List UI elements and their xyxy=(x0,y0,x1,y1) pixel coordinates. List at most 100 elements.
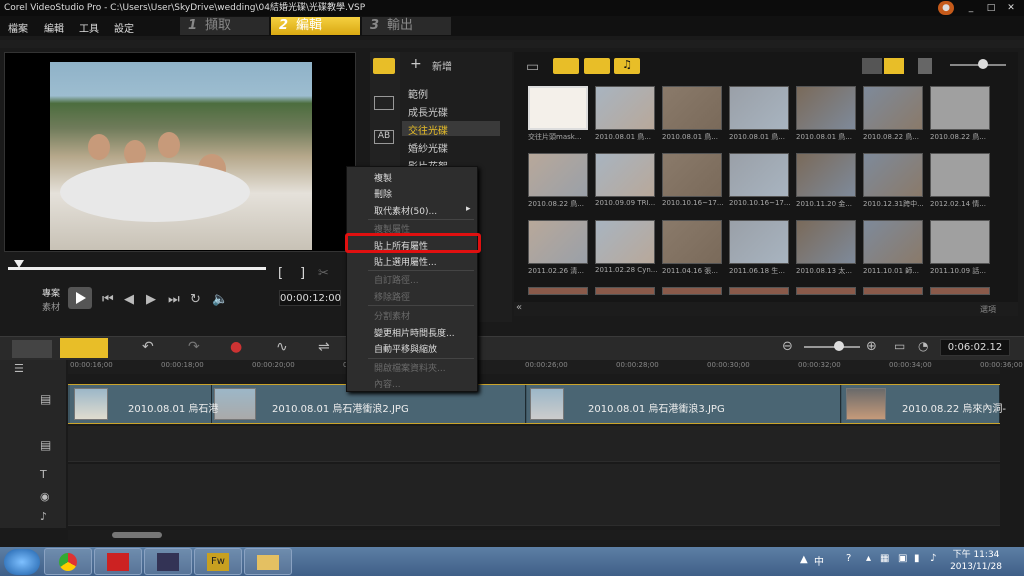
list-view-icon[interactable] xyxy=(862,58,882,74)
options-button[interactable]: 選項 xyxy=(980,304,996,315)
library-thumbnail[interactable] xyxy=(930,153,990,197)
library-thumbnail[interactable] xyxy=(729,287,789,295)
thumb-view-icon[interactable] xyxy=(884,58,904,74)
overlay-track[interactable] xyxy=(68,426,1000,462)
auto-music-icon[interactable]: ⇌ xyxy=(318,339,330,355)
redo-icon[interactable]: ↷ xyxy=(188,339,200,355)
step-edit[interactable]: 2 編輯 xyxy=(271,17,361,35)
home-icon[interactable]: ⏮ xyxy=(102,292,114,307)
audio-mixer-icon[interactable]: ∿ xyxy=(276,339,288,355)
library-thumbnail[interactable] xyxy=(528,153,588,197)
battery-icon[interactable]: ▮ xyxy=(914,553,920,564)
library-thumbnail[interactable] xyxy=(729,86,789,130)
videostudio-taskbar-button[interactable] xyxy=(144,548,192,575)
library-thumbnail[interactable] xyxy=(595,287,655,295)
overlay-track-icon[interactable]: ▤ xyxy=(40,438,51,452)
repeat-icon[interactable]: ↻ xyxy=(190,292,201,307)
mark-out-button[interactable]: ] xyxy=(300,266,305,281)
library-thumbnail[interactable] xyxy=(796,153,856,197)
library-thumbnail[interactable] xyxy=(528,220,588,264)
app-icon[interactable]: ● xyxy=(938,1,954,15)
context-menu-item[interactable]: 貼上選用屬性... xyxy=(374,255,437,268)
menu-settings[interactable]: 設定 xyxy=(114,20,134,35)
tree-item-growing[interactable]: 成長光碟 xyxy=(408,104,448,119)
library-thumbnail[interactable] xyxy=(796,220,856,264)
tree-item-sample[interactable]: 範例 xyxy=(408,86,428,101)
speaker-icon[interactable]: ♪ xyxy=(930,553,936,564)
timecode[interactable]: 00:00:12:00 xyxy=(279,290,341,306)
library-thumbnail[interactable] xyxy=(662,220,722,264)
close-button[interactable]: ✕ xyxy=(1000,1,1022,15)
library-thumbnail[interactable] xyxy=(528,86,588,130)
title-icon[interactable]: AB xyxy=(374,130,394,144)
start-button[interactable] xyxy=(4,549,40,575)
end-icon[interactable]: ⏭ xyxy=(168,292,180,307)
volume-icon[interactable]: 🔈 xyxy=(212,292,228,307)
fireworks-taskbar-button[interactable]: Fw xyxy=(194,548,242,575)
network-icon[interactable]: ▦ xyxy=(880,553,889,564)
chrome-taskbar-button[interactable] xyxy=(44,548,92,575)
project-mode[interactable]: 專案 xyxy=(42,286,60,299)
music-track[interactable] xyxy=(68,506,1000,526)
library-thumbnail[interactable] xyxy=(729,153,789,197)
library-thumbnail[interactable] xyxy=(863,287,923,295)
help-icon[interactable]: ? xyxy=(846,553,851,564)
explorer-taskbar-button[interactable] xyxy=(244,548,292,575)
title-track[interactable] xyxy=(68,464,1000,488)
library-thumbnail[interactable] xyxy=(796,287,856,295)
menu-edit[interactable]: 編輯 xyxy=(44,20,64,35)
library-thumbnail[interactable] xyxy=(863,86,923,130)
acrobat-taskbar-button[interactable] xyxy=(94,548,142,575)
context-menu-item[interactable]: 複製 xyxy=(374,171,392,184)
library-thumbnail[interactable] xyxy=(662,86,722,130)
context-menu-item[interactable]: 刪除 xyxy=(374,187,392,200)
show-video-toggle[interactable] xyxy=(553,58,579,74)
minimize-button[interactable]: _ xyxy=(960,1,982,15)
library-thumbnail[interactable] xyxy=(528,287,588,295)
title-track-icon[interactable]: T xyxy=(40,468,47,481)
zoom-out-icon[interactable]: ⊖ xyxy=(782,339,793,354)
system-clock[interactable]: 下午 11:34 2013/11/28 xyxy=(946,549,1006,573)
show-photo-toggle[interactable] xyxy=(584,58,610,74)
undo-icon[interactable]: ↶ xyxy=(142,339,154,355)
video-track-icon[interactable]: ▤ xyxy=(40,392,51,406)
menu-file[interactable]: 檔案 xyxy=(8,20,28,35)
add-icon[interactable]: + xyxy=(410,56,422,72)
context-menu-item[interactable]: 自動平移與縮放 xyxy=(374,342,437,355)
library-thumbnail[interactable] xyxy=(662,153,722,197)
music-icon[interactable]: ♫ xyxy=(614,58,640,74)
usb-icon[interactable]: ▣ xyxy=(898,553,907,564)
ime-indicator[interactable]: 中 xyxy=(814,553,824,568)
scissors-icon[interactable]: ✂ xyxy=(318,266,329,281)
step-capture[interactable]: 1 擷取 xyxy=(180,17,270,35)
menu-tools[interactable]: 工具 xyxy=(79,20,99,35)
project-duration[interactable]: 0:06:02.12 xyxy=(940,339,1010,356)
library-thumbnail[interactable] xyxy=(595,86,655,130)
library-thumbnail[interactable] xyxy=(595,220,655,264)
collapse-icon[interactable]: « xyxy=(516,302,522,313)
tray-arrow-icon[interactable]: ▴ xyxy=(866,553,871,564)
context-menu-item[interactable]: 取代素材(50)... xyxy=(374,204,437,217)
zoom-in-icon[interactable]: ⊕ xyxy=(866,339,877,354)
voice-track-icon[interactable]: ◉ xyxy=(40,490,50,503)
tree-item-wedding[interactable]: 婚紗光碟 xyxy=(408,140,448,155)
record-icon[interactable]: ● xyxy=(230,339,242,355)
library-thumbnail[interactable] xyxy=(662,287,722,295)
media-icon[interactable] xyxy=(373,58,395,74)
folder-icon[interactable]: ▭ xyxy=(526,59,539,75)
mark-in-button[interactable]: [ xyxy=(278,266,283,281)
transition-icon[interactable] xyxy=(374,96,394,110)
tray-flag-icon[interactable]: ▲ xyxy=(800,554,808,565)
library-thumbnail[interactable] xyxy=(729,220,789,264)
clip-mode[interactable]: 素材 xyxy=(42,300,60,313)
library-thumbnail[interactable] xyxy=(595,153,655,197)
zoom-slider[interactable] xyxy=(804,346,860,348)
library-thumbnail[interactable] xyxy=(930,220,990,264)
add-folder-button[interactable]: 新增 xyxy=(432,58,452,73)
maximize-button[interactable]: □ xyxy=(980,1,1002,15)
tree-item-dating[interactable]: 交往光碟 xyxy=(408,122,448,137)
scrub-bar[interactable] xyxy=(8,260,266,276)
library-thumbnail[interactable] xyxy=(930,86,990,130)
track-manager-icon[interactable]: ☰ xyxy=(14,362,24,375)
play-button[interactable] xyxy=(68,287,92,309)
